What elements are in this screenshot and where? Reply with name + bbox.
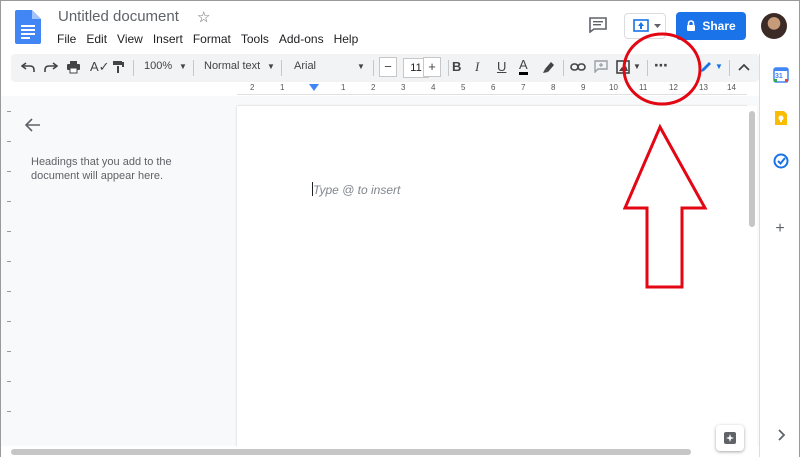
ruler-label: 2 [250, 83, 255, 92]
present-button[interactable] [624, 13, 666, 39]
ruler-label: 8 [551, 83, 556, 92]
ruler-label: 4 [431, 83, 436, 92]
redo-icon[interactable] [44, 61, 58, 73]
menu-file[interactable]: File [57, 32, 76, 46]
menu-bar: File Edit View Insert Format Tools Add-o… [57, 32, 368, 46]
ruler-label: 9 [581, 83, 586, 92]
outline-empty-message: Headings that you add to the document wi… [31, 156, 172, 182]
document-page[interactable] [237, 106, 747, 451]
menu-view[interactable]: View [117, 32, 143, 46]
document-title[interactable]: Untitled document [58, 8, 179, 25]
ruler-label: 1 [280, 83, 285, 92]
chevron-down-icon: ▼ [267, 62, 275, 71]
decrease-font-size-button[interactable]: − [379, 57, 397, 77]
document-placeholder[interactable]: Type @ to insert [313, 183, 400, 197]
ruler-label: 5 [461, 83, 466, 92]
chevron-down-icon [654, 24, 661, 28]
italic-button[interactable]: I [475, 59, 479, 75]
font-select[interactable]: Arial [294, 60, 316, 72]
menu-insert[interactable]: Insert [153, 32, 183, 46]
share-button[interactable]: Share [676, 12, 746, 40]
toolbar-divider [373, 60, 374, 76]
share-label: Share [702, 19, 736, 33]
present-icon [633, 19, 649, 32]
ruler-label: 14 [727, 83, 736, 92]
ruler-label: 13 [699, 83, 708, 92]
horizontal-ruler: 2 1 1 2 3 4 5 6 7 8 9 10 11 12 13 14 [237, 83, 747, 95]
lock-icon [687, 20, 696, 31]
calendar-day: 31 [775, 73, 783, 80]
avatar[interactable] [761, 13, 787, 39]
chevron-down-icon: ▼ [715, 62, 723, 71]
ruler-label: 12 [669, 83, 678, 92]
bold-button[interactable]: B [452, 59, 461, 74]
menu-help[interactable]: Help [334, 32, 359, 46]
add-addon-icon[interactable]: + [773, 221, 787, 237]
menu-edit[interactable]: Edit [86, 32, 107, 46]
ruler-label: 1 [341, 83, 346, 92]
chevron-right-icon[interactable] [773, 427, 789, 443]
increase-font-size-button[interactable]: + [423, 57, 441, 77]
underline-button[interactable]: U [497, 59, 506, 74]
explore-icon [724, 432, 736, 444]
comment-history-icon[interactable] [589, 17, 607, 33]
keep-icon[interactable] [773, 110, 789, 126]
add-comment-icon[interactable] [594, 60, 608, 73]
side-panel: 31 + [759, 54, 799, 457]
editing-mode-icon[interactable] [699, 60, 713, 74]
app-header: Untitled document ☆ File Edit View Inser… [1, 1, 799, 53]
collapse-menus-icon[interactable] [738, 63, 750, 71]
more-options-button[interactable]: ⋯ [654, 57, 669, 74]
undo-icon[interactable] [21, 61, 35, 73]
ruler-label: 6 [491, 83, 496, 92]
toolbar-divider [729, 60, 730, 76]
toolbar-divider [281, 60, 282, 76]
menu-format[interactable]: Format [193, 32, 231, 46]
vertical-ruler [7, 111, 11, 412]
ruler-label: 11 [639, 83, 648, 92]
ruler-label: 10 [609, 83, 618, 92]
zoom-select[interactable]: 100% [144, 60, 172, 72]
chevron-down-icon: ▼ [633, 62, 641, 71]
star-icon[interactable]: ☆ [197, 8, 210, 26]
toolbar-divider [133, 60, 134, 76]
spellcheck-icon[interactable]: A✓ [90, 59, 110, 75]
print-icon[interactable] [66, 60, 81, 74]
explore-button[interactable] [716, 425, 744, 451]
highlight-icon[interactable] [542, 60, 555, 74]
menu-addons[interactable]: Add-ons [279, 32, 324, 46]
style-select[interactable]: Normal text [204, 60, 260, 72]
toolbar-divider [563, 60, 564, 76]
text-color-button[interactable]: A [519, 57, 528, 75]
vertical-scrollbar-thumb[interactable] [749, 111, 755, 227]
ruler-label: 2 [371, 83, 376, 92]
formatting-toolbar: A✓ 100% ▼ Normal text ▼ Arial ▼ − 11 + B… [11, 54, 759, 82]
toolbar-divider [647, 60, 648, 76]
arrow-back-icon[interactable] [25, 118, 41, 132]
horizontal-scrollbar-thumb[interactable] [11, 449, 691, 455]
ruler-label: 3 [401, 83, 406, 92]
link-icon[interactable] [570, 62, 586, 72]
ruler-label: 7 [521, 83, 526, 92]
chevron-down-icon: ▼ [179, 62, 187, 71]
toolbar-divider [448, 60, 449, 76]
tasks-icon[interactable] [773, 153, 789, 169]
paint-format-icon[interactable] [112, 60, 124, 74]
indent-marker[interactable] [309, 84, 319, 91]
chevron-down-icon: ▼ [357, 62, 365, 71]
docs-logo-icon[interactable] [15, 10, 41, 44]
menu-tools[interactable]: Tools [241, 32, 269, 46]
toolbar-divider [193, 60, 194, 76]
insert-image-icon[interactable] [616, 60, 630, 74]
